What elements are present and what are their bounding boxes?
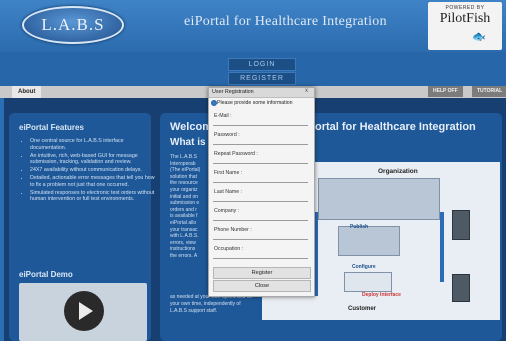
phone-label: Phone Number : xyxy=(214,227,252,233)
deploy-label: Deploy Interface xyxy=(362,292,401,298)
server-icon xyxy=(452,210,470,240)
tab-tutorial[interactable]: TUTORIAL xyxy=(472,86,506,97)
organization-label: Organization xyxy=(378,168,418,175)
header: L.A.B.S eiPortal for Healthcare Integrat… xyxy=(0,0,506,52)
company-label: Company : xyxy=(214,208,240,214)
building-shape xyxy=(318,178,440,220)
last-name-field[interactable] xyxy=(213,196,308,202)
password-field[interactable] xyxy=(213,139,308,145)
first-name-field[interactable] xyxy=(213,177,308,183)
laptop-icon xyxy=(344,272,392,292)
configure-label: Configure xyxy=(352,264,376,270)
flow-arrow xyxy=(440,212,444,282)
pilotfish-brand: PilotFish xyxy=(439,11,491,26)
register-button[interactable]: REGISTER xyxy=(228,72,296,85)
features-title: eiPortal Features xyxy=(19,123,84,132)
tab-help-off[interactable]: HELP OFF xyxy=(428,86,463,97)
phone-field[interactable] xyxy=(213,234,308,240)
demo-title: eiPortal Demo xyxy=(19,270,73,279)
welcome-title-right: ortal for Healthcare Integration xyxy=(315,121,476,133)
publish-label: Publish xyxy=(350,224,369,230)
portal-title: eiPortal for Healthcare Integration xyxy=(184,14,387,29)
play-icon xyxy=(79,302,93,320)
server-icon xyxy=(452,274,470,302)
occupation-label: Occupation : xyxy=(214,246,244,252)
fish-icon: 🐟 xyxy=(472,31,486,43)
email-field[interactable] xyxy=(213,120,308,126)
labs-logo[interactable]: L.A.B.S xyxy=(22,6,124,44)
dialog-notice: Please provide some information xyxy=(217,100,293,106)
feature-item: One central source for L.A.B.S interface… xyxy=(30,138,158,151)
company-field[interactable] xyxy=(213,215,308,221)
registration-dialog: User Registration x Please provide some … xyxy=(208,87,315,297)
publish-box xyxy=(338,226,400,256)
first-name-label: First Name : xyxy=(214,170,243,176)
intro-text-bottom: as needed at your own speed and on your … xyxy=(170,294,253,314)
what-is-heading: What is xyxy=(170,137,206,148)
last-name-label: Last Name : xyxy=(214,189,242,195)
feature-item: An intuitive, rich, web-based GUI for me… xyxy=(30,153,158,166)
pilotfish-logo[interactable]: POWERED BY PilotFish 🐟 xyxy=(428,2,502,50)
dialog-title: User Registration xyxy=(212,89,254,95)
feature-item: 24X7 availability without communication … xyxy=(30,167,158,174)
repeat-password-field[interactable] xyxy=(213,158,308,164)
feature-item: Simulated responses to electronic test o… xyxy=(30,190,158,203)
register-submit-button[interactable]: Register xyxy=(213,267,311,279)
feature-item: Detailed, actionable error messages that… xyxy=(30,175,158,188)
customer-label: Customer xyxy=(348,306,377,312)
email-label: E-Mail : xyxy=(214,113,232,119)
password-label: Password : xyxy=(214,132,240,138)
features-list: One central source for L.A.B.S interface… xyxy=(22,138,158,204)
close-button[interactable]: Close xyxy=(213,280,311,292)
occupation-field[interactable] xyxy=(213,253,308,259)
repeat-password-label: Repeat Password : xyxy=(214,151,258,157)
login-button[interactable]: LOGIN xyxy=(228,58,296,71)
tab-about[interactable]: About xyxy=(12,86,42,98)
close-icon[interactable]: x xyxy=(305,88,308,94)
